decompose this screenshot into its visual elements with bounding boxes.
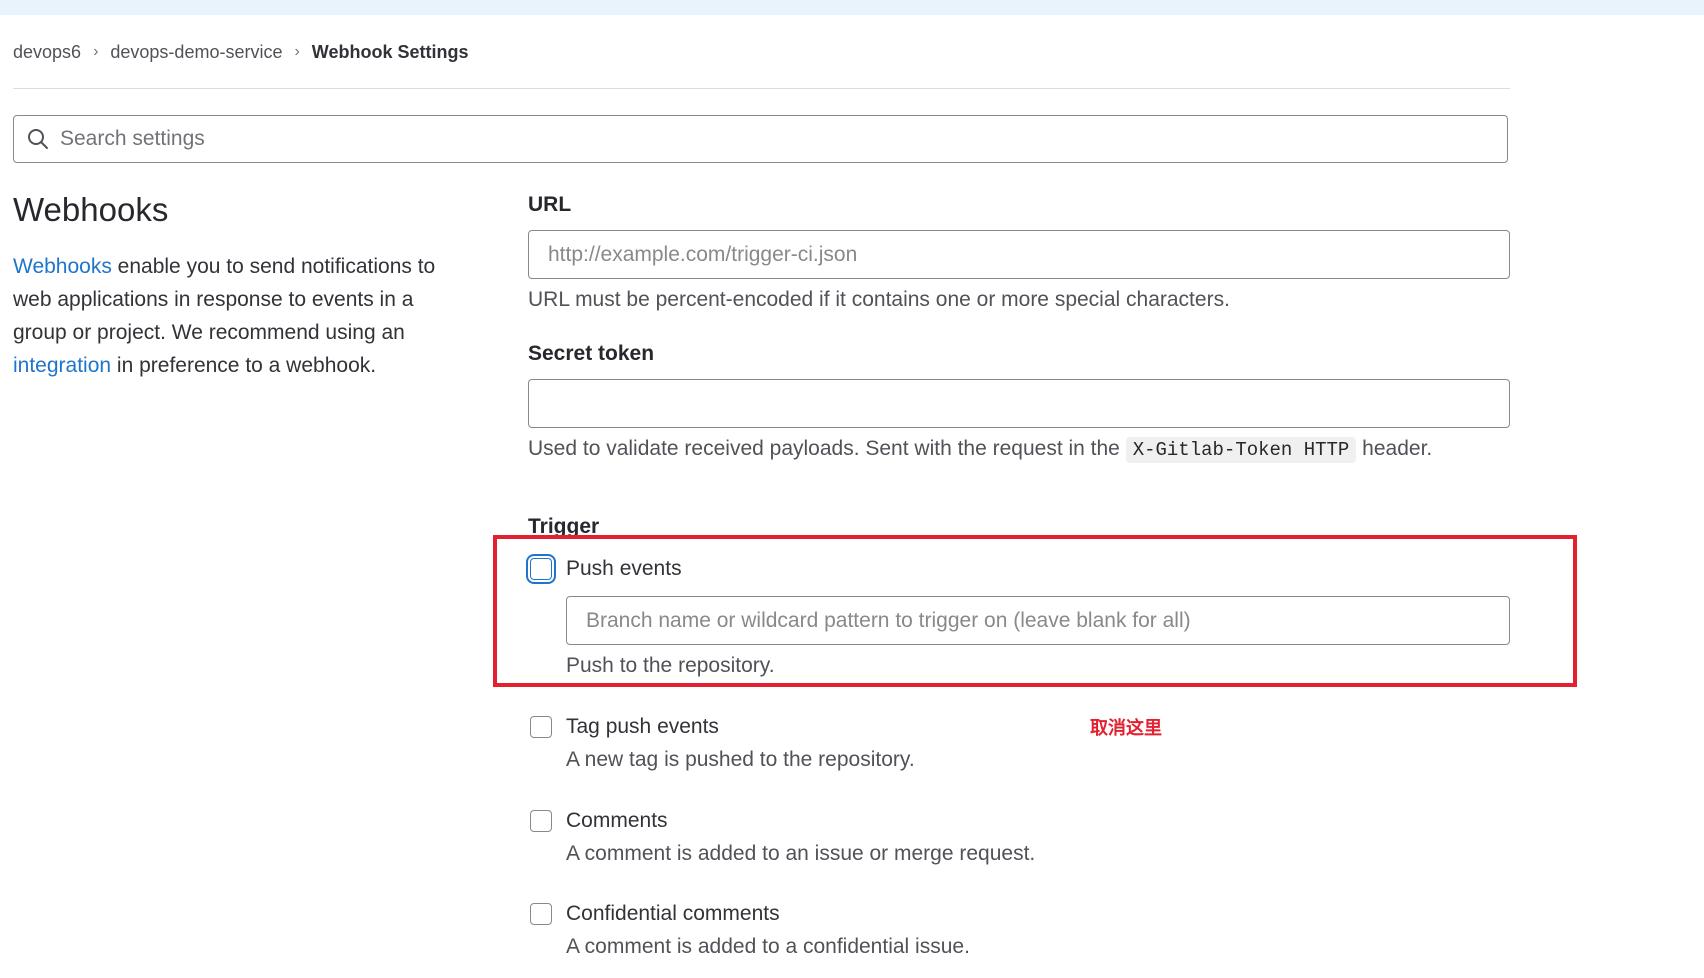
tag-push-events-help: A new tag is pushed to the repository. — [566, 748, 915, 771]
annotation-text: 取消这里 — [1090, 718, 1162, 738]
url-help: URL must be percent-encoded if it contai… — [528, 288, 1230, 311]
top-bar — [0, 0, 1704, 15]
description-text: Webhooks enable you to send notification… — [13, 250, 463, 382]
chevron-right-icon: › — [294, 43, 300, 60]
comments-checkbox[interactable] — [530, 810, 552, 832]
search-box[interactable] — [13, 115, 1508, 163]
webhooks-description: Webhooks Webhooks enable you to send not… — [13, 190, 463, 382]
url-label: URL — [528, 193, 572, 216]
trigger-comments[interactable]: Comments — [530, 809, 668, 833]
description-part-2: in preference to a webhook. — [111, 354, 377, 377]
url-field[interactable] — [528, 230, 1510, 279]
secret-token-input[interactable] — [546, 390, 1492, 417]
chevron-right-icon: › — [93, 43, 99, 60]
search-input[interactable] — [58, 126, 1507, 152]
webhook-form: URL URL must be percent-encoded if it co… — [528, 190, 1510, 465]
comments-label: Comments — [566, 809, 668, 832]
confidential-comments-label: Confidential comments — [566, 902, 780, 925]
trigger-confidential-comments[interactable]: Confidential comments — [530, 902, 780, 926]
annotation-highlight-box — [493, 535, 1577, 687]
search-icon — [28, 129, 48, 149]
page-title: Webhooks — [13, 191, 169, 228]
breadcrumb-item-project[interactable]: devops-demo-service — [110, 42, 282, 63]
divider — [13, 88, 1510, 89]
breadcrumb-current: Webhook Settings — [311, 41, 469, 62]
secret-token-help: Used to validate received payloads. Sent… — [528, 434, 1510, 465]
secret-help-suffix: header. — [1356, 437, 1433, 460]
secret-token-field[interactable] — [528, 379, 1510, 428]
confidential-comments-checkbox[interactable] — [530, 903, 552, 925]
trigger-tag-push-events[interactable]: Tag push events — [530, 715, 719, 739]
comments-help: A comment is added to an issue or merge … — [566, 842, 1036, 865]
breadcrumb: devops6 › devops-demo-service › Webhook … — [13, 40, 468, 64]
tag-push-events-label: Tag push events — [566, 715, 719, 738]
secret-token-label: Secret token — [528, 342, 655, 365]
token-header-code: X-Gitlab-Token HTTP — [1125, 437, 1357, 463]
url-input[interactable] — [546, 241, 1492, 268]
integration-link[interactable]: integration — [13, 354, 111, 377]
secret-help-text: Used to validate received payloads. Sent… — [528, 437, 1126, 460]
tag-push-events-checkbox[interactable] — [530, 716, 552, 738]
webhooks-link[interactable]: Webhooks — [13, 255, 112, 278]
confidential-comments-help: A comment is added to a confidential iss… — [566, 935, 970, 958]
breadcrumb-item-group[interactable]: devops6 — [13, 42, 81, 63]
